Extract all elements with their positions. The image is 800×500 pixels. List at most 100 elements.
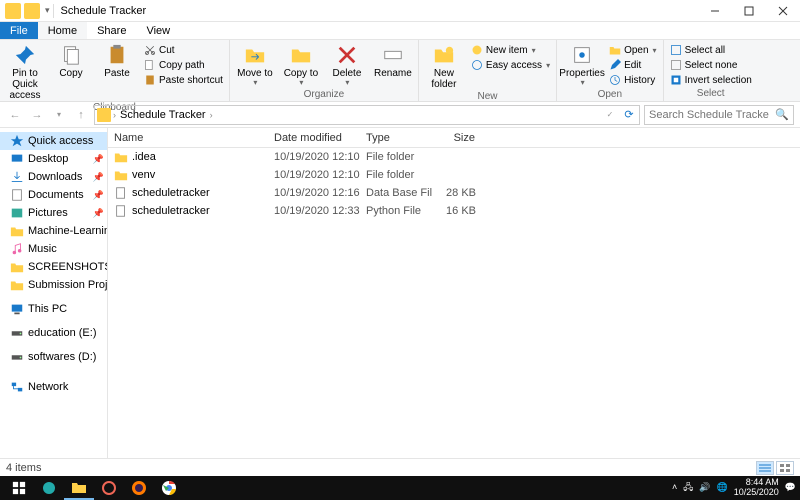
copy-to-icon	[290, 44, 312, 66]
search-input[interactable]	[649, 109, 769, 121]
sidebar-item[interactable]: Documents📌	[0, 186, 107, 204]
new-folder-button[interactable]: New folder	[423, 42, 465, 90]
chevron-down-icon: ▾	[581, 79, 585, 88]
move-to-icon	[244, 44, 266, 66]
copy-to-button[interactable]: Copy to▾	[280, 42, 322, 88]
new-item-button[interactable]: New item▾	[469, 43, 552, 57]
delete-button[interactable]: Delete▾	[326, 42, 368, 88]
pin-quick-access-button[interactable]: Pin to Quick access	[4, 42, 46, 101]
open-button[interactable]: Open▾	[607, 43, 658, 57]
sidebar-item-icon	[10, 152, 24, 166]
pin-icon: 📌	[93, 190, 104, 201]
system-tray[interactable]: ˄ 🖧 🔊 🌐 8:44 AM 10/25/2020 💬	[672, 478, 796, 498]
pin-icon	[14, 44, 36, 66]
invert-selection-button[interactable]: Invert selection	[668, 73, 754, 87]
tab-file[interactable]: File	[0, 22, 38, 39]
breadcrumb-bar[interactable]: › Schedule Tracker › ✓ ⟳	[94, 105, 640, 125]
tab-share[interactable]: Share	[87, 22, 136, 39]
taskbar-explorer-icon[interactable]	[64, 476, 94, 500]
column-header-type[interactable]: Type	[360, 132, 432, 144]
copy-button[interactable]: Copy	[50, 42, 92, 79]
sidebar-item-icon	[10, 224, 24, 238]
chevron-right-icon[interactable]: ›	[113, 110, 116, 120]
minimize-button[interactable]	[698, 0, 732, 22]
paste-shortcut-button[interactable]: Paste shortcut	[142, 73, 225, 87]
move-to-button[interactable]: Move to▾	[234, 42, 276, 88]
select-all-icon	[670, 44, 682, 56]
sidebar-item[interactable]: SCREENSHOTS	[0, 258, 107, 276]
taskbar[interactable]: ˄ 🖧 🔊 🌐 8:44 AM 10/25/2020 💬	[0, 476, 800, 500]
tray-clock[interactable]: 8:44 AM 10/25/2020	[734, 478, 779, 498]
sidebar-drive[interactable]: education (E:)	[0, 324, 107, 342]
search-box[interactable]: 🔍	[644, 105, 794, 125]
pin-icon: 📌	[93, 172, 104, 183]
qat-dropdown-icon[interactable]: ▾	[45, 5, 50, 16]
tray-language-icon[interactable]: 🌐	[717, 483, 728, 493]
select-none-button[interactable]: Select none	[668, 58, 754, 72]
view-details-button[interactable]	[756, 461, 774, 475]
title-bar: ▾ Schedule Tracker	[0, 0, 800, 22]
tray-chevron-up-icon[interactable]: ˄	[672, 483, 677, 493]
copy-path-button[interactable]: Copy path	[142, 58, 225, 72]
breadcrumb-dropdown-button[interactable]: ✓	[601, 106, 619, 124]
file-row[interactable]: venv10/19/2020 12:10 PMFile folder	[108, 166, 800, 184]
sidebar-item-label: Pictures	[28, 207, 68, 219]
maximize-button[interactable]	[732, 0, 766, 22]
column-header-size[interactable]: Size	[432, 132, 482, 144]
refresh-button[interactable]: ⟳	[621, 108, 637, 121]
sidebar-this-pc[interactable]: This PC	[0, 300, 107, 318]
sidebar-drive[interactable]: softwares (D:)	[0, 348, 107, 366]
file-row[interactable]: .idea10/19/2020 12:10 PMFile folder	[108, 148, 800, 166]
column-header-date[interactable]: Date modified	[268, 132, 360, 144]
sidebar-item[interactable]: Desktop📌	[0, 150, 107, 168]
taskbar-app-icon[interactable]	[34, 476, 64, 500]
cell-size: 28 KB	[432, 187, 482, 199]
tray-notifications-icon[interactable]: 💬	[785, 483, 796, 493]
easy-access-button[interactable]: Easy access▾	[469, 58, 552, 72]
history-button[interactable]: History	[607, 73, 658, 87]
sidebar-item[interactable]: Pictures 📌	[0, 204, 107, 222]
paste-button[interactable]: Paste	[96, 42, 138, 79]
ribbon-group-new: New folder New item▾ Easy access▾ New	[419, 40, 557, 101]
view-thumbnails-button[interactable]	[776, 461, 794, 475]
column-header-name[interactable]: Name	[108, 132, 268, 144]
nav-up-button[interactable]: ↑	[72, 106, 90, 124]
chevron-right-icon[interactable]: ›	[210, 110, 213, 120]
navigation-pane[interactable]: Quick access Desktop📌Downloads📌Documents…	[0, 128, 108, 458]
select-all-button[interactable]: Select all	[668, 43, 754, 57]
tab-view[interactable]: View	[136, 22, 180, 39]
breadcrumb-current[interactable]: Schedule Tracker	[118, 109, 208, 121]
file-row[interactable]: scheduletracker10/19/2020 12:16 PMData B…	[108, 184, 800, 202]
rename-button[interactable]: Rename	[372, 42, 414, 79]
tray-network-icon[interactable]: 🖧	[683, 483, 693, 493]
cut-button[interactable]: Cut	[142, 43, 225, 57]
properties-button[interactable]: Properties▾	[561, 42, 603, 88]
group-label: Open	[561, 88, 658, 102]
ribbon-group-select: Select all Select none Invert selection …	[664, 40, 758, 101]
nav-forward-button[interactable]: →	[28, 106, 46, 124]
ribbon-group-clipboard: Pin to Quick access Copy Paste Cut Copy …	[0, 40, 230, 101]
cell-date: 10/19/2020 12:33 PM	[268, 205, 360, 217]
file-row[interactable]: scheduletracker10/19/2020 12:33 PMPython…	[108, 202, 800, 220]
sidebar-network[interactable]: Network	[0, 378, 107, 396]
nav-back-button[interactable]: ←	[6, 106, 24, 124]
sidebar-quick-access[interactable]: Quick access	[0, 132, 107, 150]
sidebar-item[interactable]: Machine-Learning-	[0, 222, 107, 240]
sidebar-item[interactable]: Downloads📌	[0, 168, 107, 186]
taskbar-firefox-icon[interactable]	[124, 476, 154, 500]
tab-home[interactable]: Home	[38, 22, 87, 39]
sidebar-item[interactable]: Submission Projects	[0, 276, 107, 294]
nav-recent-button[interactable]: ▾	[50, 106, 68, 124]
taskbar-app-icon[interactable]	[94, 476, 124, 500]
taskbar-chrome-icon[interactable]	[154, 476, 184, 500]
start-button[interactable]	[4, 476, 34, 500]
pin-label: Pin to Quick access	[4, 68, 46, 101]
close-button[interactable]	[766, 0, 800, 22]
sidebar-item[interactable]: Music	[0, 240, 107, 258]
tray-volume-icon[interactable]: 🔊	[699, 483, 710, 493]
pin-icon: 📌	[93, 208, 104, 219]
edit-button[interactable]: Edit	[607, 58, 658, 72]
edit-icon	[609, 59, 621, 71]
sidebar-item-label: education (E:)	[28, 327, 96, 339]
sidebar-item-label: SCREENSHOTS	[28, 261, 108, 273]
